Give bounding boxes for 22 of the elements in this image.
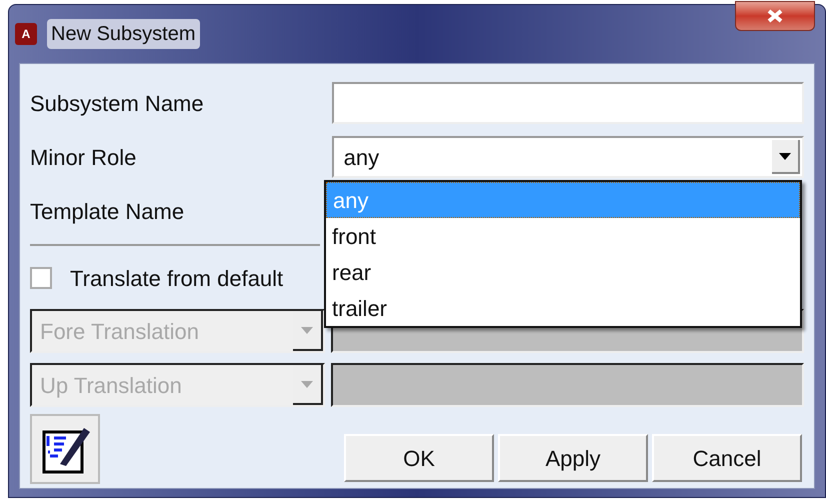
translation-field[interactable] [330, 363, 804, 407]
caret-icon [300, 326, 312, 334]
minor-role-dropdown[interactable]: any [332, 136, 804, 178]
dialog-button[interactable]: OK [344, 434, 494, 482]
dialog-button[interactable]: Cancel [652, 434, 802, 482]
dropdown-option[interactable]: trailer [326, 290, 800, 326]
field-label: Minor Role [30, 144, 138, 172]
dropdown-option[interactable]: rear [326, 254, 800, 290]
notes-button[interactable] [30, 414, 100, 484]
close-button[interactable] [735, 1, 815, 31]
window-title: New Subsystem [47, 19, 200, 49]
dialog-button[interactable]: Apply [498, 434, 648, 482]
checkbox[interactable] [30, 267, 52, 289]
caret-icon [300, 380, 312, 388]
caret-icon [779, 152, 791, 160]
checkbox-label: Translate from default [70, 264, 284, 292]
field-label: Subsystem Name [30, 90, 205, 118]
field-label: Template Name [30, 198, 186, 226]
app-icon: A [15, 23, 37, 45]
subsystem-name-field[interactable] [332, 82, 804, 124]
dropdown-option[interactable]: front [326, 218, 800, 254]
close-icon [766, 9, 784, 23]
